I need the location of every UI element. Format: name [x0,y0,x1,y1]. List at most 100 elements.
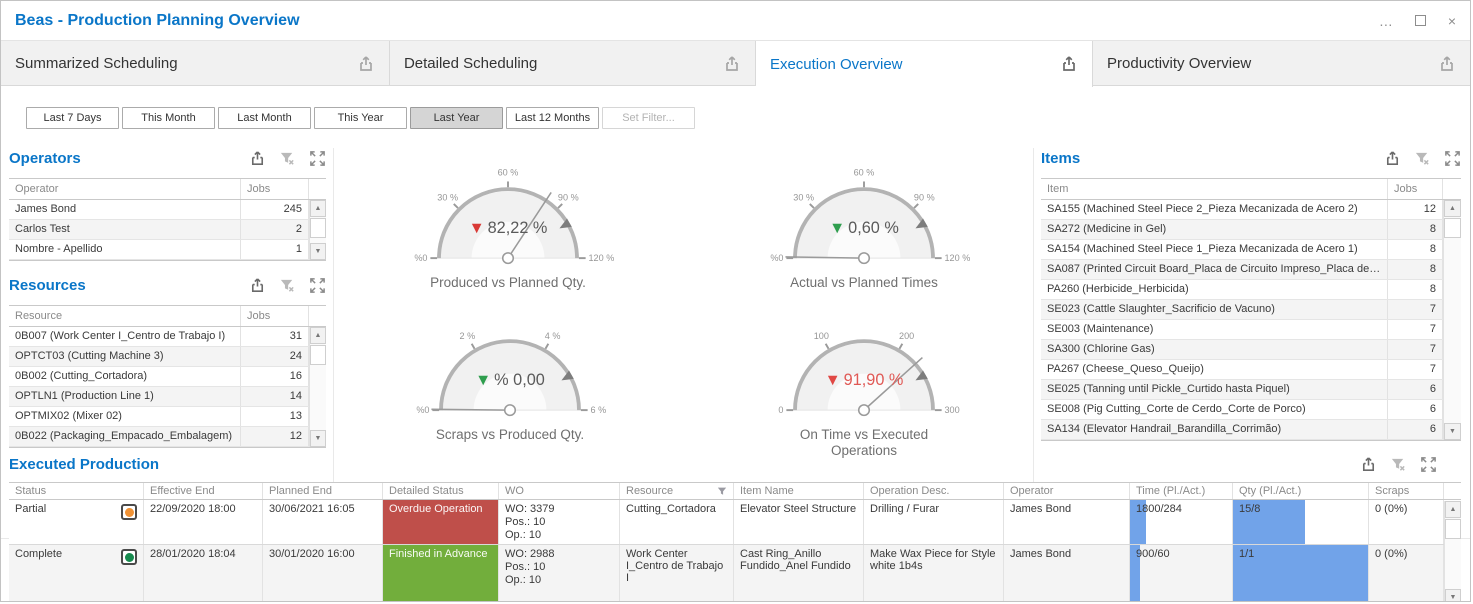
vertical-scrollbar[interactable]: ▲▼ [1444,501,1461,602]
column-header-resource[interactable]: Resource [620,483,734,499]
scroll-thumb[interactable] [1444,218,1461,238]
column-header[interactable]: Item [1041,179,1388,199]
table-row[interactable]: OPTLN1 (Production Line 1)14 [9,387,326,407]
jobs-cell: 245 [241,200,309,219]
filter-button-last-7-days[interactable]: Last 7 Days [26,107,119,129]
executed-production-clear-filter-icon[interactable] [1390,456,1407,473]
table-row[interactable]: SA134 (Elevator Handrail_Barandilla_Corr… [1041,420,1461,440]
column-header-effective_end[interactable]: Effective End [144,483,263,499]
table-row[interactable]: 0B022 (Packaging_Empacado_Embalagem)12 [9,427,326,447]
scroll-up-icon[interactable]: ▲ [1444,200,1461,217]
column-header-qty[interactable]: Qty (Pl./Act.) [1233,483,1369,499]
name-cell: SE003 (Maintenance) [1041,320,1388,339]
column-header[interactable]: Operator [9,179,241,199]
scroll-down-icon[interactable]: ▼ [310,243,326,260]
scroll-thumb[interactable] [310,218,326,238]
executed-production-expand-icon[interactable] [1420,456,1437,473]
table-row[interactable]: Carlos Test2 [9,220,326,240]
table-row[interactable]: OPTMIX02 (Mixer 02)13 [9,407,326,427]
column-header-scraps[interactable]: Scraps [1369,483,1444,499]
filter-button-last-year[interactable]: Last Year [410,107,503,129]
gauge-title: On Time vs Executed Operations [772,427,957,459]
filter-button-this-month[interactable]: This Month [122,107,215,129]
scroll-up-icon[interactable]: ▲ [1445,501,1461,518]
filter-button-set-filter-[interactable]: Set Filter... [602,107,695,129]
column-filter-icon[interactable] [717,486,727,496]
table-row[interactable]: PA267 (Cheese_Queso_Queijo)7 [1041,360,1461,380]
items-clear-filter-icon[interactable] [1414,150,1431,167]
table-row[interactable]: James Bond245 [9,200,326,220]
column-header[interactable]: Jobs [241,179,309,199]
column-header-label: Status [15,485,46,497]
items-expand-icon[interactable] [1444,150,1461,167]
column-header-item_name[interactable]: Item Name [734,483,864,499]
filter-button-last-month[interactable]: Last Month [218,107,311,129]
executed-production-export-icon[interactable] [1360,456,1377,473]
table-row[interactable]: Nombre - Apellido1 [9,240,326,260]
scroll-track[interactable] [310,365,326,430]
column-header-label: Planned End [269,485,332,497]
tab-execution-overview[interactable]: Execution Overview [756,41,1093,87]
tab-export-icon[interactable] [357,55,375,73]
window-maximize-button[interactable] [1415,15,1426,26]
window-more-button[interactable]: … [1379,14,1393,28]
tab-export-icon[interactable] [723,55,741,73]
scroll-up-icon[interactable]: ▲ [310,200,326,217]
operators-clear-filter-icon[interactable] [279,150,296,167]
tab-summarized-scheduling[interactable]: Summarized Scheduling [1,41,390,86]
name-cell: Nombre - Apellido [9,240,241,259]
scroll-up-icon[interactable]: ▲ [310,327,326,344]
table-row[interactable]: SE008 (Pig Cutting_Corte de Cerdo_Corte … [1041,400,1461,420]
table-row[interactable]: SA300 (Chlorine Gas)7 [1041,340,1461,360]
column-header-operator[interactable]: Operator [1004,483,1130,499]
scroll-down-icon[interactable]: ▼ [310,430,326,447]
table-row[interactable]: SA272 (Medicine in Gel)8 [1041,220,1461,240]
filter-button-this-year[interactable]: This Year [314,107,407,129]
table-row[interactable]: 0B007 (Work Center I_Centro de Trabajo I… [9,327,326,347]
table-row[interactable]: SA154 (Machined Steel Piece 1_Pieza Meca… [1041,240,1461,260]
table-row[interactable]: SE025 (Tanning until Pickle_Curtido hast… [1041,380,1461,400]
scroll-thumb[interactable] [310,345,326,365]
resources-export-icon[interactable] [249,277,266,294]
table-row[interactable]: SE003 (Maintenance)7 [1041,320,1461,340]
tab-export-icon[interactable] [1060,55,1078,73]
vertical-scrollbar[interactable]: ▲▼ [309,200,326,260]
resources-clear-filter-icon[interactable] [279,277,296,294]
operators-export-icon[interactable] [249,150,266,167]
items-export-icon[interactable] [1384,150,1401,167]
table-row[interactable]: OPTCT03 (Cutting Machine 3)24 [9,347,326,367]
gauge-chart: 1002000300▼91,90 % [749,308,979,426]
column-header-status[interactable]: Status [9,483,144,499]
column-header[interactable]: Resource [9,306,241,326]
vertical-scrollbar[interactable]: ▲▼ [1443,200,1461,440]
column-header-operation_desc[interactable]: Operation Desc. [864,483,1004,499]
scroll-thumb[interactable] [1445,519,1461,539]
executed-production-table: Status Effective End Planned End Detailed S… [9,482,1461,602]
column-header[interactable]: Jobs [1388,179,1443,199]
filter-button-last-12-months[interactable]: Last 12 Months [506,107,599,129]
tab-export-icon[interactable] [1438,55,1456,73]
executed-production-row[interactable]: Complete28/01/2020 18:0430/01/2020 16:00… [9,545,1461,602]
table-row[interactable]: SE023 (Cattle Slaughter_Sacrificio de Va… [1041,300,1461,320]
tab-bar: Summarized SchedulingDetailed Scheduling… [1,41,1470,86]
column-header-planned_end[interactable]: Planned End [263,483,383,499]
vertical-scrollbar[interactable]: ▲▼ [309,327,326,447]
table-row[interactable]: SA087 (Printed Circuit Board_Placa de Ci… [1041,260,1461,280]
table-row[interactable]: 0B002 (Cutting_Cortadora)16 [9,367,326,387]
scroll-down-icon[interactable]: ▼ [1444,423,1461,440]
resources-expand-icon[interactable] [309,277,326,294]
table-row[interactable]: SA155 (Machined Steel Piece 2_Pieza Meca… [1041,200,1461,220]
scroll-track[interactable] [1444,238,1461,423]
column-header-time[interactable]: Time (Pl./Act.) [1130,483,1233,499]
tab-productivity-overview[interactable]: Productivity Overview [1093,41,1470,86]
table-row[interactable]: PA260 (Herbicide_Herbicida)8 [1041,280,1461,300]
tab-detailed-scheduling[interactable]: Detailed Scheduling [390,41,756,86]
scroll-down-icon[interactable]: ▼ [1445,589,1461,602]
column-header[interactable]: Jobs [241,306,309,326]
executed-production-row[interactable]: Partial22/09/2020 18:0030/06/2021 16:05O… [9,500,1461,545]
scroll-track[interactable] [1445,539,1461,589]
operators-expand-icon[interactable] [309,150,326,167]
column-header-wo[interactable]: WO [499,483,620,499]
window-close-button[interactable]: × [1448,14,1456,28]
column-header-detailed_status[interactable]: Detailed Status [383,483,499,499]
